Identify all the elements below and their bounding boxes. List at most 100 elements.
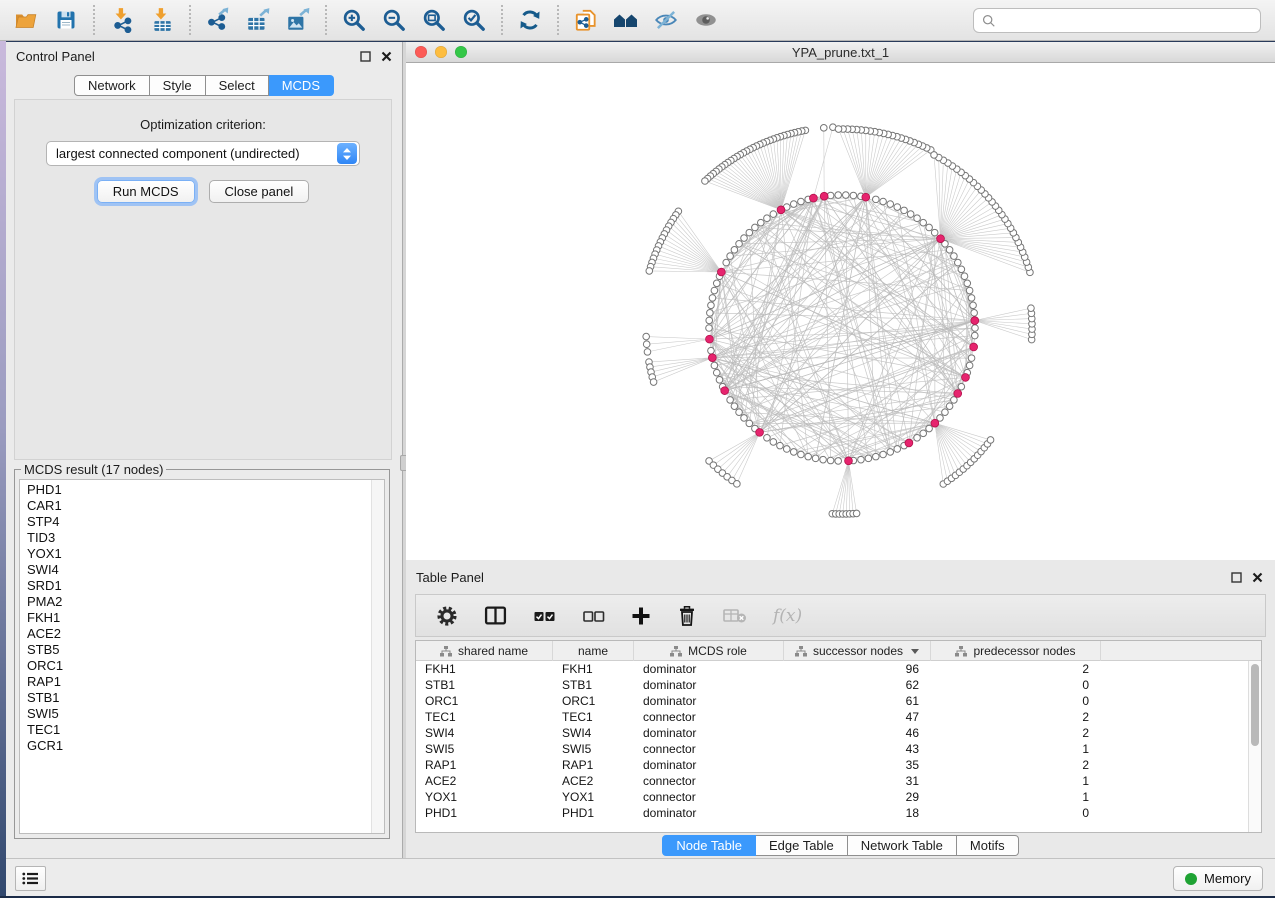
network-node[interactable] bbox=[706, 317, 713, 324]
table-cell[interactable]: FKH1 bbox=[553, 661, 634, 677]
network-node[interactable] bbox=[971, 310, 978, 317]
network-node[interactable] bbox=[709, 295, 716, 302]
network-node[interactable] bbox=[746, 420, 753, 427]
tab-style[interactable]: Style bbox=[150, 75, 206, 96]
mcds-result-item[interactable]: GCR1 bbox=[27, 738, 371, 754]
mcds-hub-node[interactable] bbox=[721, 387, 729, 395]
network-node[interactable] bbox=[931, 229, 938, 236]
mcds-list-scrollbar[interactable] bbox=[371, 480, 384, 833]
network-node[interactable] bbox=[727, 253, 734, 260]
show-all-button[interactable] bbox=[686, 2, 726, 38]
network-node[interactable] bbox=[968, 355, 975, 362]
close-panel-button[interactable]: Close panel bbox=[209, 180, 310, 203]
network-node[interactable] bbox=[711, 362, 718, 369]
network-node[interactable] bbox=[708, 347, 715, 354]
mcds-hub-node[interactable] bbox=[962, 373, 970, 381]
table-row[interactable]: YOX1YOX1connector291 bbox=[416, 789, 1248, 805]
table-row[interactable]: SWI4SWI4dominator462 bbox=[416, 725, 1248, 741]
import-network-button[interactable] bbox=[102, 2, 142, 38]
mcds-hub-node[interactable] bbox=[862, 193, 870, 201]
table-row[interactable]: TEC1TEC1connector472 bbox=[416, 709, 1248, 725]
table-cell[interactable]: 1 bbox=[931, 741, 1101, 757]
network-node[interactable] bbox=[865, 455, 872, 462]
network-node[interactable] bbox=[736, 409, 743, 416]
mcds-hub-node[interactable] bbox=[970, 343, 978, 351]
network-node[interactable] bbox=[643, 341, 650, 348]
table-cell[interactable]: 1 bbox=[931, 773, 1101, 789]
network-node[interactable] bbox=[777, 442, 784, 449]
network-node[interactable] bbox=[972, 325, 979, 332]
column-header-MCDS-role[interactable]: MCDS role bbox=[634, 641, 784, 661]
network-node[interactable] bbox=[835, 192, 842, 199]
network-node[interactable] bbox=[650, 379, 657, 386]
table-row[interactable]: ORC1ORC1dominator610 bbox=[416, 693, 1248, 709]
search-box[interactable] bbox=[973, 8, 1261, 33]
network-node[interactable] bbox=[853, 510, 860, 517]
network-node[interactable] bbox=[734, 481, 741, 488]
table-cell[interactable]: ACE2 bbox=[553, 773, 634, 789]
network-node[interactable] bbox=[951, 253, 958, 260]
table-cell[interactable]: ORC1 bbox=[416, 693, 553, 709]
first-neighbors-button[interactable] bbox=[606, 2, 646, 38]
table-cell[interactable]: SWI4 bbox=[553, 725, 634, 741]
column-layout-icon[interactable] bbox=[484, 605, 507, 626]
mcds-result-item[interactable]: RAP1 bbox=[27, 674, 371, 690]
network-node[interactable] bbox=[820, 125, 827, 132]
table-row[interactable]: FKH1FKH1dominator962 bbox=[416, 661, 1248, 677]
table-cell[interactable]: connector bbox=[634, 709, 784, 725]
memory-button[interactable]: Memory bbox=[1173, 866, 1263, 891]
table-cell[interactable]: 0 bbox=[931, 677, 1101, 693]
table-row[interactable]: ACE2ACE2connector311 bbox=[416, 773, 1248, 789]
mcds-hub-node[interactable] bbox=[820, 192, 828, 200]
export-table-button[interactable] bbox=[238, 2, 278, 38]
table-cell[interactable]: connector bbox=[634, 789, 784, 805]
zoom-out-button[interactable] bbox=[374, 2, 414, 38]
table-settings-gear-icon[interactable] bbox=[436, 605, 458, 627]
column-header-successor-nodes[interactable]: successor nodes bbox=[784, 641, 931, 661]
table-cell[interactable]: PHD1 bbox=[553, 805, 634, 821]
network-node[interactable] bbox=[798, 451, 805, 458]
network-node[interactable] bbox=[644, 349, 651, 356]
network-node[interactable] bbox=[713, 369, 720, 376]
network-node[interactable] bbox=[887, 449, 894, 456]
table-cell[interactable]: dominator bbox=[634, 805, 784, 821]
mcds-result-item[interactable]: SWI5 bbox=[27, 706, 371, 722]
network-node[interactable] bbox=[914, 434, 921, 441]
mcds-hub-node[interactable] bbox=[810, 194, 818, 202]
table-cell[interactable]: connector bbox=[634, 741, 784, 757]
table-cell[interactable]: STB1 bbox=[553, 677, 634, 693]
table-cell[interactable]: TEC1 bbox=[416, 709, 553, 725]
network-node[interactable] bbox=[835, 126, 842, 133]
network-node[interactable] bbox=[873, 453, 880, 460]
table-cell[interactable]: SWI5 bbox=[416, 741, 553, 757]
network-node[interactable] bbox=[752, 224, 759, 231]
network-node[interactable] bbox=[741, 235, 748, 242]
network-node[interactable] bbox=[646, 268, 653, 275]
tab-network-table[interactable]: Network Table bbox=[848, 835, 957, 856]
network-node[interactable] bbox=[643, 333, 650, 340]
network-node[interactable] bbox=[907, 211, 914, 218]
network-node[interactable] bbox=[723, 259, 730, 266]
table-row[interactable]: SWI5SWI5connector431 bbox=[416, 741, 1248, 757]
deselect-all-checkboxes-icon[interactable] bbox=[582, 609, 605, 623]
network-node[interactable] bbox=[970, 302, 977, 309]
mcds-result-item[interactable]: ACE2 bbox=[27, 626, 371, 642]
network-node[interactable] bbox=[707, 310, 714, 317]
network-node[interactable] bbox=[757, 219, 764, 226]
table-cell[interactable]: YOX1 bbox=[416, 789, 553, 805]
network-node[interactable] bbox=[968, 295, 975, 302]
import-table-button[interactable] bbox=[142, 2, 182, 38]
column-header-shared-name[interactable]: shared name bbox=[416, 641, 553, 661]
network-node[interactable] bbox=[731, 247, 738, 254]
mcds-result-item[interactable]: CAR1 bbox=[27, 498, 371, 514]
table-cell[interactable]: 0 bbox=[931, 693, 1101, 709]
table-cell[interactable]: 18 bbox=[784, 805, 931, 821]
mcds-hub-node[interactable] bbox=[756, 428, 764, 436]
table-cell[interactable]: 47 bbox=[784, 709, 931, 725]
mcds-hub-node[interactable] bbox=[931, 419, 939, 427]
duplicate-network-button[interactable] bbox=[566, 2, 606, 38]
delete-column-trash-icon[interactable] bbox=[677, 605, 697, 627]
network-node[interactable] bbox=[958, 266, 965, 273]
network-node[interactable] bbox=[835, 458, 842, 465]
network-node[interactable] bbox=[966, 287, 973, 294]
